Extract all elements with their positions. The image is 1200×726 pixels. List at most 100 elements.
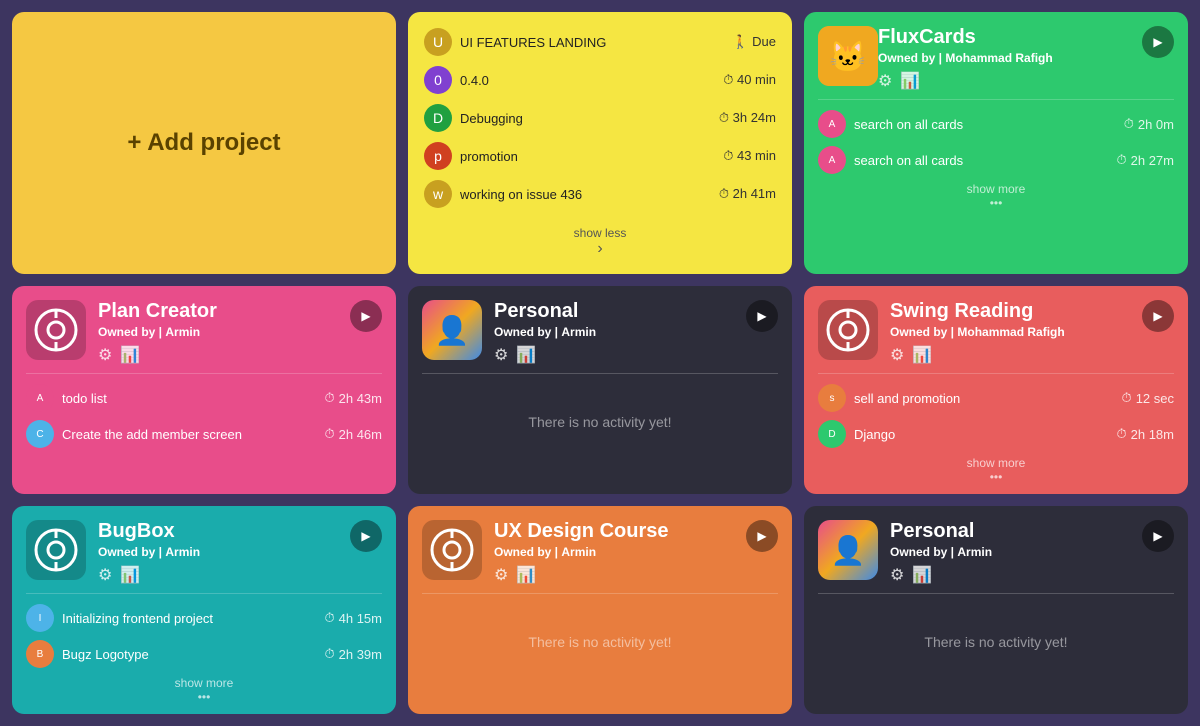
personal1-logo: 👤	[422, 300, 482, 360]
task-row: U UI FEATURES LANDING 🚶 Due	[424, 28, 776, 56]
bugbox-title-area: BugBox Owned by | Armin ⚙ 📊	[98, 520, 382, 585]
activity-time: ⏱ 2h 43m	[324, 390, 382, 406]
activity-row: I Initializing frontend project ⏱ 4h 15m	[26, 604, 382, 632]
personal1-owner: Owned by | Armin	[494, 325, 778, 339]
bugbox-play-button[interactable]: ▶	[350, 520, 382, 552]
plancreator-logo	[26, 300, 86, 360]
activity-row: A search on all cards ⏱ 2h 27m	[818, 146, 1174, 174]
task-name: UI FEATURES LANDING	[460, 35, 606, 50]
activity-row: C Create the add member screen ⏱ 2h 46m	[26, 420, 382, 448]
show-less-button[interactable]: show less ›	[424, 226, 776, 258]
task-row: p promotion ⏱ 43 min	[424, 142, 776, 170]
personal1-play-button[interactable]: ▶	[746, 300, 778, 332]
stats-icon[interactable]: 📊	[900, 71, 920, 91]
settings-icon[interactable]: ⚙	[494, 565, 508, 585]
fluxcards-show-more[interactable]: show more •••	[818, 182, 1174, 210]
activity-name: Django	[854, 427, 895, 442]
task-time: ⏱ 2h 41m	[719, 186, 776, 202]
personal2-title-area: Personal Owned by | Armin ⚙ 📊	[890, 520, 1174, 585]
personal1-card: 👤 Personal Owned by | Armin ⚙ 📊 ▶ There …	[408, 286, 792, 494]
fluxcards-activities: A search on all cards ⏱ 2h 0m A search o…	[804, 100, 1188, 274]
bugbox-logo	[26, 520, 86, 580]
activity-row: D Django ⏱ 2h 18m	[818, 420, 1174, 448]
swingreading-icons: ⚙ 📊	[890, 345, 1174, 365]
activity-time: ⏱ 2h 39m	[324, 646, 382, 662]
uxdesign-icons: ⚙ 📊	[494, 565, 778, 585]
stats-icon[interactable]: 📊	[516, 565, 536, 585]
plancreator-title: Plan Creator	[98, 300, 382, 323]
plancreator-activities: A todo list ⏱ 2h 43m C Create the add me…	[12, 374, 396, 494]
swingreading-activities: s sell and promotion ⏱ 12 sec D Django ⏱…	[804, 374, 1188, 494]
uxdesign-header: UX Design Course Owned by | Armin ⚙ 📊 ▶	[408, 506, 792, 593]
activity-name: Bugz Logotype	[62, 647, 149, 662]
bugbox-card: BugBox Owned by | Armin ⚙ 📊 ▶ I Initiali…	[12, 506, 396, 714]
fluxcards-title-area: FluxCards Owned by | Mohammad Rafigh ⚙ 📊	[878, 26, 1174, 91]
add-project-label: + Add project	[127, 129, 280, 157]
task-row: 0 0.4.0 ⏱ 40 min	[424, 66, 776, 94]
plancreator-title-area: Plan Creator Owned by | Armin ⚙ 📊	[98, 300, 382, 365]
uxdesign-activities: There is no activity yet!	[408, 594, 792, 714]
add-project-card[interactable]: + Add project	[12, 12, 396, 274]
task-name: Debugging	[460, 111, 523, 126]
settings-icon[interactable]: ⚙	[890, 345, 904, 365]
personal2-icons: ⚙ 📊	[890, 565, 1174, 585]
plancreator-header: Plan Creator Owned by | Armin ⚙ 📊 ▶	[12, 286, 396, 373]
swingreading-show-more[interactable]: show more •••	[818, 456, 1174, 484]
swingreading-header: Swing Reading Owned by | Mohammad Rafigh…	[804, 286, 1188, 373]
swingreading-card: Swing Reading Owned by | Mohammad Rafigh…	[804, 286, 1188, 494]
uxdesign-play-button[interactable]: ▶	[746, 520, 778, 552]
activity-time: ⏱ 2h 18m	[1116, 426, 1174, 442]
uxdesign-owner: Owned by | Armin	[494, 545, 778, 559]
uxdesign-title-area: UX Design Course Owned by | Armin ⚙ 📊	[494, 520, 778, 585]
activity-time: ⏱ 2h 0m	[1124, 116, 1174, 132]
plancreator-play-button[interactable]: ▶	[350, 300, 382, 332]
stats-icon[interactable]: 📊	[912, 565, 932, 585]
task-time: ⏱ 3h 24m	[719, 110, 776, 126]
uxdesign-logo	[422, 520, 482, 580]
task-time: 🚶 Due	[732, 34, 776, 50]
activity-name: Create the add member screen	[62, 427, 242, 442]
settings-icon[interactable]: ⚙	[890, 565, 904, 585]
bugbox-title: BugBox	[98, 520, 382, 543]
swingreading-play-button[interactable]: ▶	[1142, 300, 1174, 332]
activity-name: search on all cards	[854, 153, 963, 168]
bugbox-show-more[interactable]: show more •••	[26, 676, 382, 704]
personal1-title: Personal	[494, 300, 778, 323]
bugbox-icons: ⚙ 📊	[98, 565, 382, 585]
swingreading-title: Swing Reading	[890, 300, 1174, 323]
activity-row: B Bugz Logotype ⏱ 2h 39m	[26, 640, 382, 668]
bugbox-activities: I Initializing frontend project ⏱ 4h 15m…	[12, 594, 396, 714]
personal2-activities: There is no activity yet!	[804, 594, 1188, 714]
fluxcards-icons: ⚙ 📊	[878, 71, 1174, 91]
task-row: w working on issue 436 ⏱ 2h 41m	[424, 180, 776, 208]
activity-time: ⏱ 2h 27m	[1116, 152, 1174, 168]
task-name: 0.4.0	[460, 73, 489, 88]
settings-icon[interactable]: ⚙	[494, 345, 508, 365]
uxdesign-card: UX Design Course Owned by | Armin ⚙ 📊 ▶ …	[408, 506, 792, 714]
personal2-header: 👤 Personal Owned by | Armin ⚙ 📊 ▶	[804, 506, 1188, 593]
stats-icon[interactable]: 📊	[120, 565, 140, 585]
settings-icon[interactable]: ⚙	[98, 345, 112, 365]
stats-icon[interactable]: 📊	[516, 345, 536, 365]
personal1-title-area: Personal Owned by | Armin ⚙ 📊	[494, 300, 778, 365]
uxdesign-title: UX Design Course	[494, 520, 778, 543]
svg-text:🐱: 🐱	[829, 40, 866, 74]
settings-icon[interactable]: ⚙	[878, 71, 892, 91]
stats-icon[interactable]: 📊	[912, 345, 932, 365]
no-activity-text: There is no activity yet!	[422, 384, 778, 450]
no-activity-text: There is no activity yet!	[422, 604, 778, 670]
bugbox-header: BugBox Owned by | Armin ⚙ 📊 ▶	[12, 506, 396, 593]
fluxcards-logo: 🐱	[818, 26, 878, 86]
settings-icon[interactable]: ⚙	[98, 565, 112, 585]
activity-name: Initializing frontend project	[62, 611, 213, 626]
fluxcards-card: 🐱 FluxCards Owned by | Mohammad Rafigh ⚙…	[804, 12, 1188, 274]
task-name: working on issue 436	[460, 187, 582, 202]
personal2-play-button[interactable]: ▶	[1142, 520, 1174, 552]
personal2-logo: 👤	[818, 520, 878, 580]
activity-time: ⏱ 4h 15m	[324, 610, 382, 626]
stats-icon[interactable]: 📊	[120, 345, 140, 365]
tasks-card: U UI FEATURES LANDING 🚶 Due 0 0.4.0 ⏱ 40…	[408, 12, 792, 274]
fluxcards-play-button[interactable]: ▶	[1142, 26, 1174, 58]
swingreading-logo	[818, 300, 878, 360]
personal1-icons: ⚙ 📊	[494, 345, 778, 365]
